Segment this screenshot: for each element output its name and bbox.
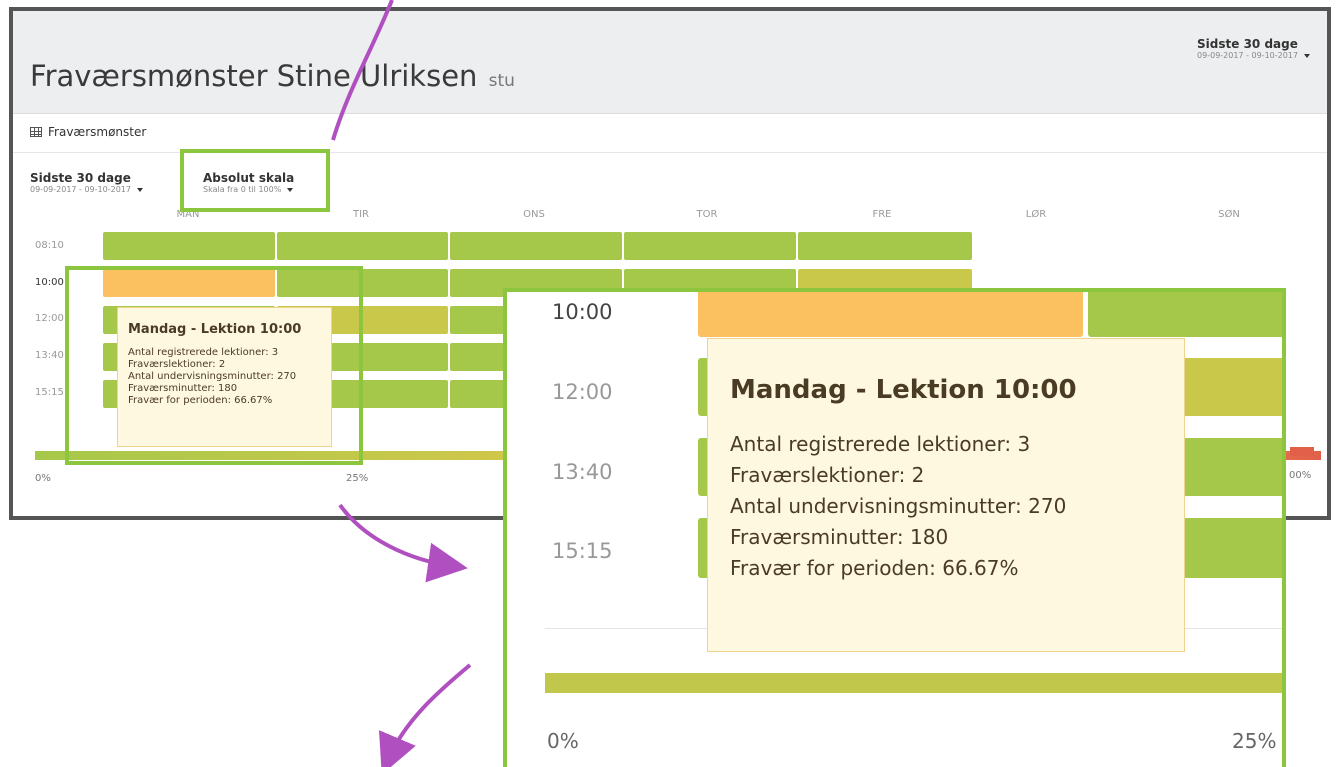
zoom-heatmap-cell[interactable] (1088, 292, 1282, 337)
zoom-inset: 10:00 12:00 13:40 15:15 0% 25% Mandag - … (503, 288, 1286, 767)
heatmap-cell[interactable] (798, 232, 972, 260)
day-header-tor: TOR (696, 209, 718, 220)
panel-title: Fraværsmønster (48, 125, 147, 139)
zoom-cell-tooltip: Mandag - Lektion 10:00 Antal registrered… (707, 338, 1185, 652)
table-icon (30, 127, 42, 137)
chevron-down-icon (136, 187, 143, 192)
zoom-scale-label-25: 25% (1232, 729, 1277, 753)
zoom-time-label-1000: 10:00 (552, 300, 613, 324)
page-title-suffix: stu (488, 71, 515, 91)
page-title-text: Fraværsmønster Stine Ulriksen (30, 59, 478, 93)
period-filter-dropdown[interactable]: Sidste 30 dage 09-09-2017 - 09-10-2017 (30, 171, 143, 194)
zoom-heatmap-cell[interactable] (698, 292, 1083, 337)
period-filter-label: Sidste 30 dage (30, 171, 131, 185)
zoom-heatmap-cell[interactable] (1183, 518, 1282, 578)
zoom-time-label-1515: 15:15 (552, 539, 613, 563)
zoom-time-label-1200: 12:00 (552, 380, 613, 404)
chevron-down-icon (1304, 53, 1310, 58)
heatmap-cell[interactable] (103, 232, 275, 260)
page-title: Fraværsmønster Stine Ulriksen stu (30, 59, 515, 93)
time-label-1000: 10:00 (35, 277, 64, 288)
zoom-time-label-1340: 13:40 (552, 460, 613, 484)
arrow-bottom-left (378, 663, 472, 767)
scale-label-min: 0% (35, 473, 51, 484)
time-label-1340: 13:40 (35, 350, 64, 361)
day-header-ons: ONS (523, 209, 545, 220)
zoom-tooltip-line: Fraværsminutter: 180 (730, 525, 949, 549)
page-header: Fraværsmønster Stine Ulriksen stu Sidste… (13, 11, 1327, 114)
zoom-tooltip-line: Antal undervisningsminutter: 270 (730, 494, 1067, 518)
color-scale-bar-end (1290, 447, 1314, 456)
header-range-dates: 09-09-2017 - 09-10-2017 (1197, 51, 1298, 60)
zoom-heatmap-cell[interactable] (1183, 358, 1282, 416)
heatmap-cell[interactable] (450, 343, 510, 371)
zoom-tooltip-title: Mandag - Lektion 10:00 (730, 375, 1077, 405)
zoom-tooltip-line: Fraværslektioner: 2 (730, 463, 925, 487)
day-header-fre: FRE (872, 209, 892, 220)
period-filter-dates: 09-09-2017 - 09-10-2017 (30, 185, 131, 194)
zoom-color-scale-bar (545, 673, 1282, 693)
day-header-tir: TIR (352, 209, 369, 220)
zoom-heatmap-cell[interactable] (1183, 438, 1282, 496)
heatmap-cell[interactable] (624, 232, 796, 260)
header-range-dropdown[interactable]: Sidste 30 dage 09-09-2017 - 09-10-2017 (1197, 37, 1310, 60)
header-range-label: Sidste 30 dage (1197, 37, 1298, 51)
zoom-scale-label-min: 0% (547, 729, 579, 753)
heatmap-cell[interactable] (450, 232, 622, 260)
zoom-tooltip-line: Antal registrerede lektioner: 3 (730, 432, 1031, 456)
time-label-1515: 15:15 (35, 387, 64, 398)
heatmap-cell[interactable] (450, 380, 510, 408)
day-header-son: SØN (1218, 209, 1240, 220)
time-label-1200: 12:00 (35, 313, 64, 324)
scale-filter-highlight (180, 149, 330, 212)
panel-header: Fraværsmønster (13, 114, 1327, 153)
tooltip-highlight (65, 266, 363, 465)
heatmap-cell[interactable] (277, 232, 448, 260)
day-header-lor: LØR (1025, 209, 1047, 220)
scale-label-25: 25% (346, 473, 369, 484)
zoom-tooltip-line: Fravær for perioden: 66.67% (730, 556, 1019, 580)
time-label-0810: 08:10 (35, 240, 64, 251)
heatmap-cell[interactable] (450, 306, 510, 334)
scale-label-max: 00% (1289, 470, 1312, 481)
